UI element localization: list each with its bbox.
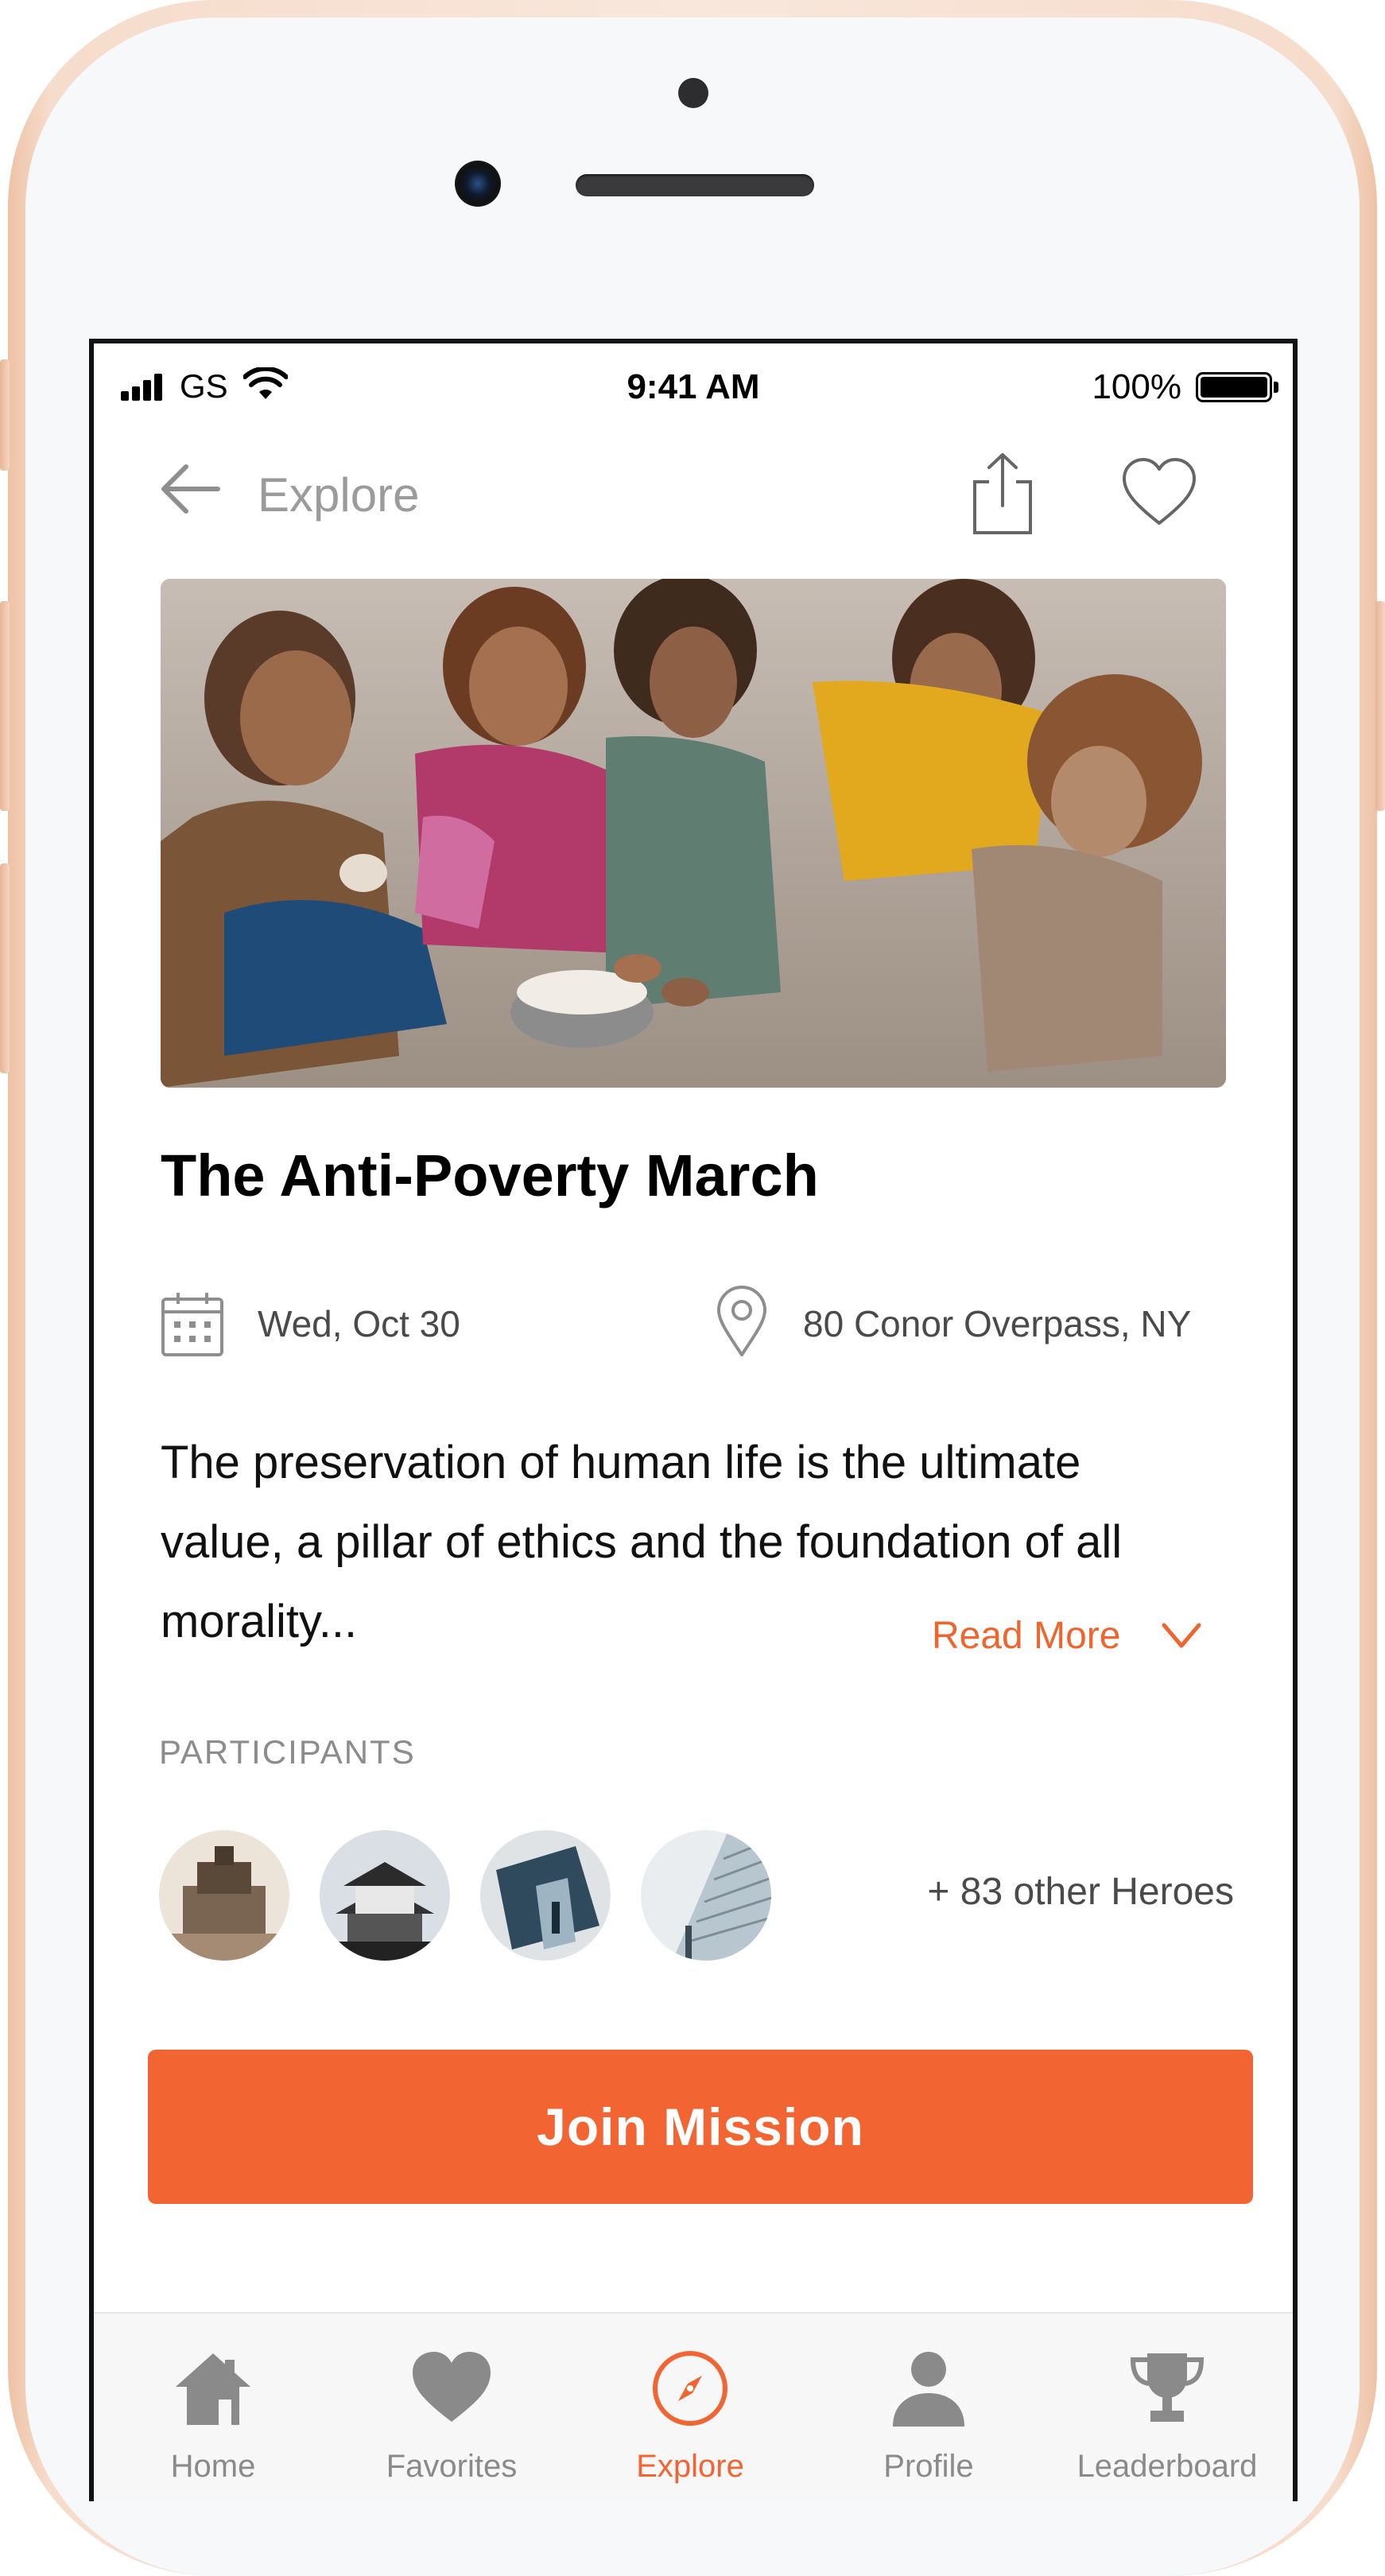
trophy-icon [1130,2353,1205,2422]
power-button [1375,601,1385,811]
location-pin-icon [717,1286,766,1356]
participant-avatar[interactable] [480,1830,611,1961]
tab-label: Leaderboard [1077,2449,1258,2484]
status-bar: GS 9:41 AM 100% [94,343,1293,431]
participant-avatar[interactable] [320,1830,450,1961]
calendar-icon [161,1293,223,1356]
mission-location: 80 Conor Overpass, NY [803,1303,1192,1344]
other-participants-count[interactable]: + 83 other Heroes [927,1870,1234,1914]
read-more-link[interactable]: Read More [932,1614,1120,1658]
tab-label: Explore [636,2449,744,2484]
heart-outline-icon[interactable] [1119,456,1199,528]
person-icon [893,2352,964,2427]
back-arrow-icon[interactable] [157,461,226,517]
tab-favorites[interactable]: Favorites [332,2314,571,2501]
mission-date: Wed, Oct 30 [258,1303,460,1344]
participants-label: PARTICIPANTS [159,1733,416,1771]
compass-icon [653,2351,727,2426]
tab-explore[interactable]: Explore [571,2314,809,2501]
tab-label: Favorites [386,2449,518,2484]
earpiece-speaker [576,174,814,196]
navigation-bar: Explore [94,439,1293,537]
chevron-down-icon[interactable] [1159,1617,1204,1654]
mute-switch [0,359,10,471]
mission-meta: Wed, Oct 30 80 Conor Overpass, NY [161,1286,1242,1371]
tab-leaderboard[interactable]: Leaderboard [1048,2314,1286,2501]
volume-up-button [0,601,10,811]
participant-avatar[interactable] [641,1830,771,1961]
volume-down-button [0,863,10,1073]
battery-tip [1274,382,1278,393]
participant-avatar[interactable] [159,1830,289,1961]
battery-icon [1196,372,1272,402]
share-icon[interactable] [965,450,1040,537]
mission-hero-image [161,579,1226,1088]
tab-label: Profile [883,2449,974,2484]
battery-percentage: 100% [1092,367,1181,406]
heart-icon [413,2352,491,2422]
tab-home[interactable]: Home [94,2314,332,2501]
tab-profile[interactable]: Profile [809,2314,1048,2501]
join-mission-button[interactable]: Join Mission [148,2050,1253,2204]
proximity-sensor [678,78,708,108]
tab-bar: Home Favorites Explore Profile Leaderboa… [94,2312,1293,2501]
home-icon [176,2353,250,2425]
tab-label: Home [170,2449,256,2484]
front-camera [455,161,501,207]
nav-title[interactable]: Explore [258,467,419,522]
mission-title: The Anti-Poverty March [161,1143,819,1208]
app-screen: GS 9:41 AM 100% Explore The Anti-Poverty… [89,339,1298,2501]
